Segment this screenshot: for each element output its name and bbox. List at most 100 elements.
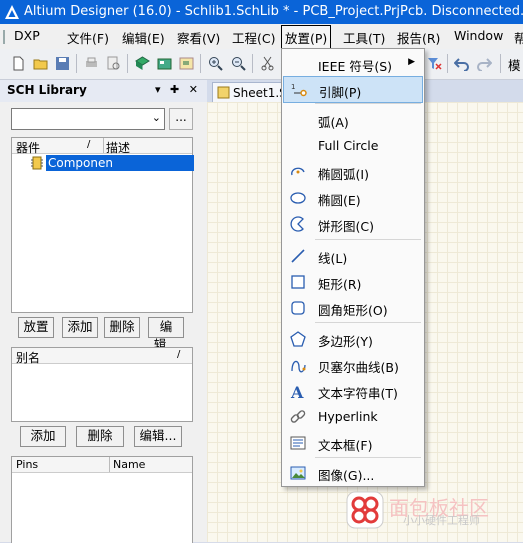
altium-logo-icon bbox=[5, 5, 19, 19]
chevron-down-icon[interactable]: ⌄ bbox=[152, 111, 161, 124]
image-icon bbox=[290, 466, 306, 480]
clear-filter-icon[interactable] bbox=[427, 56, 442, 71]
component-icon[interactable] bbox=[135, 56, 150, 71]
svg-text:A: A bbox=[290, 383, 304, 399]
menu-reports[interactable]: 报告(R) bbox=[397, 28, 440, 47]
menu-item-image[interactable]: 图像(G)... bbox=[283, 460, 423, 485]
menu-item-pin[interactable]: 1 引脚(P) bbox=[283, 76, 423, 103]
menu-item-text-string[interactable]: A 文本字符串(T) bbox=[283, 378, 423, 403]
column-header-pins[interactable]: Pins bbox=[16, 458, 38, 471]
place-button[interactable]: 放置 bbox=[18, 317, 54, 338]
sort-indicator: / bbox=[87, 139, 91, 150]
menu-project[interactable]: 工程(C) bbox=[232, 28, 275, 47]
ellipse-icon bbox=[290, 192, 306, 204]
watermark-subtext: 小小硬件工程师 bbox=[403, 514, 480, 527]
toolbar-separator bbox=[127, 54, 128, 73]
menu-item-pie[interactable]: 饼形图(C) bbox=[283, 211, 423, 236]
sort-indicator: / bbox=[177, 349, 181, 360]
undo-icon[interactable] bbox=[454, 56, 469, 71]
menu-tools[interactable]: 工具(T) bbox=[343, 28, 385, 47]
menu-help[interactable]: 帮 bbox=[514, 28, 523, 47]
column-divider bbox=[103, 138, 104, 153]
toolbar-separator bbox=[200, 54, 201, 73]
pin-icon: 1 bbox=[291, 83, 307, 97]
title-bar: Altium Designer (16.0) - Schlib1.SchLib … bbox=[0, 0, 523, 24]
menu-item-polygon[interactable]: 多边形(Y) bbox=[283, 326, 423, 351]
svg-text:1: 1 bbox=[291, 83, 295, 91]
delete-button[interactable]: 删除 bbox=[104, 317, 140, 338]
polygon-icon bbox=[290, 331, 306, 347]
redo-icon[interactable] bbox=[477, 56, 492, 71]
column-header-name[interactable]: Name bbox=[113, 458, 145, 471]
menu-edit[interactable]: 编辑(E) bbox=[122, 28, 165, 47]
menu-item-line[interactable]: 线(L) bbox=[283, 243, 423, 268]
pins-header bbox=[12, 457, 192, 473]
components-list: 器件 / 描述 Componen bbox=[11, 137, 194, 313]
cut-icon[interactable] bbox=[260, 56, 275, 71]
open-folder-icon[interactable] bbox=[33, 56, 48, 71]
line-icon bbox=[291, 249, 305, 263]
watermark-logo-icon bbox=[346, 491, 384, 529]
menu-bar: DXP 文件(F) 编辑(E) 察看(V) 工程(C) 放置(P) 工具(T) … bbox=[0, 24, 523, 50]
submenu-arrow-icon: ▶ bbox=[408, 57, 415, 67]
list-item[interactable]: Componen bbox=[12, 155, 194, 171]
menu-item-elliptical-arc[interactable]: 椭圆弧(I) bbox=[283, 159, 423, 184]
menu-separator bbox=[315, 239, 421, 240]
pins-list: Pins Name bbox=[11, 456, 193, 543]
board-icon[interactable] bbox=[157, 56, 172, 71]
print-preview-icon[interactable] bbox=[106, 56, 121, 71]
alias-delete-button[interactable]: 删除 bbox=[76, 426, 124, 447]
menu-dxp[interactable]: DXP bbox=[14, 28, 40, 43]
menu-item-full-circle[interactable]: Full Circle bbox=[283, 133, 423, 158]
column-header-description[interactable]: 描述 bbox=[106, 139, 130, 156]
menu-separator bbox=[315, 322, 421, 323]
text-frame-icon bbox=[290, 436, 306, 450]
menu-item-rectangle[interactable]: 矩形(R) bbox=[283, 269, 423, 294]
menu-item-arc[interactable]: 弧(A) bbox=[283, 107, 423, 132]
component-part-icon bbox=[31, 156, 43, 170]
menu-item-bezier[interactable]: 贝塞尔曲线(B) bbox=[283, 352, 423, 377]
schematic-icon[interactable] bbox=[179, 56, 194, 71]
grip-icon bbox=[3, 30, 5, 44]
filter-combobox[interactable]: ⌄ bbox=[11, 108, 165, 130]
pie-icon bbox=[290, 216, 304, 232]
add-button[interactable]: 添加 bbox=[62, 317, 98, 338]
panel-controls-icon[interactable]: ▾ ✚ ✕ bbox=[155, 83, 201, 96]
menu-item-hyperlink[interactable]: Hyperlink bbox=[283, 404, 423, 429]
save-icon[interactable] bbox=[55, 56, 70, 71]
column-header-alias[interactable]: 别名 bbox=[16, 349, 40, 366]
toolbar: 模 bbox=[0, 49, 523, 80]
alias-edit-button[interactable]: 编辑... bbox=[134, 426, 182, 447]
print-icon[interactable] bbox=[84, 56, 99, 71]
new-file-icon[interactable] bbox=[11, 56, 26, 71]
toolbar-overflow-label[interactable]: 模 bbox=[508, 55, 521, 74]
column-header-component[interactable]: 器件 bbox=[16, 139, 40, 156]
menu-window[interactable]: Window bbox=[454, 28, 503, 43]
menu-place[interactable]: 放置(P) bbox=[281, 25, 332, 50]
hyperlink-icon bbox=[290, 410, 306, 423]
bezier-icon bbox=[291, 360, 306, 373]
zoom-out-icon[interactable] bbox=[231, 56, 246, 71]
zoom-in-icon[interactable] bbox=[208, 56, 223, 71]
window-title: Altium Designer (16.0) - Schlib1.SchLib … bbox=[24, 4, 523, 19]
menu-item-ellipse[interactable]: 椭圆(E) bbox=[283, 185, 423, 210]
menu-item-rounded-rectangle[interactable]: 圆角矩形(O) bbox=[283, 295, 423, 320]
menu-separator bbox=[315, 457, 421, 458]
column-divider bbox=[109, 457, 110, 472]
watermark: 面包板社区 小小硬件工程师 bbox=[345, 490, 523, 542]
component-name: Componen bbox=[46, 155, 194, 171]
toolbar-separator bbox=[447, 54, 448, 73]
alias-add-button[interactable]: 添加 bbox=[20, 426, 66, 447]
menu-view[interactable]: 察看(V) bbox=[177, 28, 220, 47]
rectangle-icon bbox=[291, 275, 305, 289]
edit-button[interactable]: 编辑... bbox=[148, 317, 184, 352]
menu-item-text-frame[interactable]: 文本框(F) bbox=[283, 430, 423, 455]
browse-button[interactable]: ... bbox=[169, 108, 193, 130]
panel-header: SCH Library ▾ ✚ ✕ bbox=[0, 80, 207, 103]
menu-item-ieee-symbols[interactable]: IEEE 符号(S) ▶ bbox=[283, 51, 423, 76]
toolbar-separator bbox=[76, 54, 77, 73]
toolbar-separator bbox=[252, 54, 253, 73]
menu-file[interactable]: 文件(F) bbox=[67, 28, 109, 47]
toolbar-separator bbox=[500, 54, 501, 73]
alias-list: 别名 / bbox=[11, 347, 193, 422]
